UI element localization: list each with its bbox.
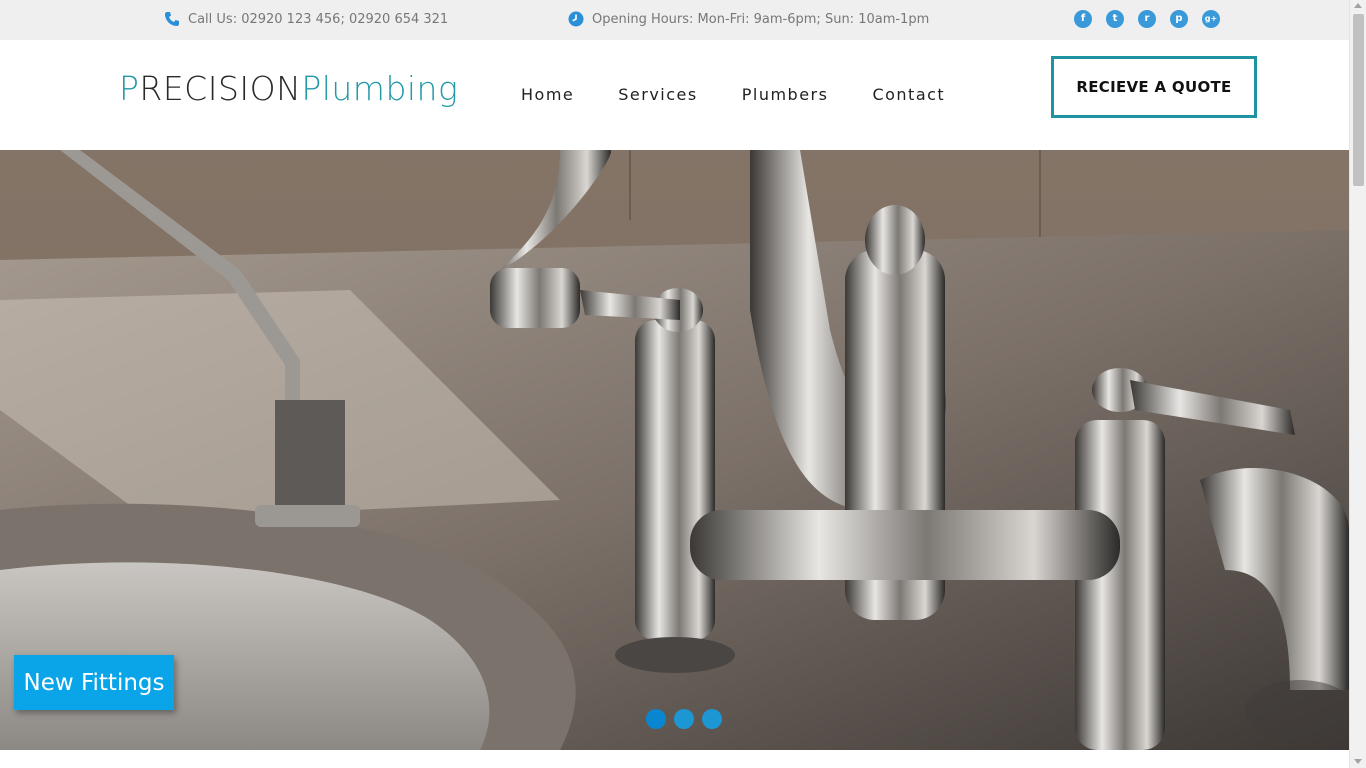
hours-text: Opening Hours: Mon-Fri: 9am-6pm; Sun: 10… <box>592 11 930 27</box>
scroll-up-icon[interactable] <box>1354 3 1362 8</box>
slider-dot-1[interactable] <box>646 709 666 729</box>
phone-info: Call Us: 02920 123 456; 02920 654 321 <box>164 11 448 27</box>
slider-pagination <box>646 709 722 729</box>
slider-dot-2[interactable] <box>674 709 694 729</box>
receive-quote-button[interactable]: RECIEVE A QUOTE <box>1051 56 1257 118</box>
nav-plumbers[interactable]: Plumbers <box>742 85 829 104</box>
vertical-scrollbar[interactable] <box>1349 0 1366 768</box>
hero-image <box>0 150 1349 750</box>
scroll-thumb[interactable] <box>1353 14 1364 186</box>
google-plus-icon[interactable]: g+ <box>1202 10 1220 28</box>
slide-caption[interactable]: New Fittings <box>14 655 174 710</box>
top-info-bar: Call Us: 02920 123 456; 02920 654 321 Op… <box>0 0 1349 40</box>
main-nav: Home Services Plumbers Contact <box>521 85 989 104</box>
slider-dot-3[interactable] <box>702 709 722 729</box>
logo-first-letter: P <box>119 69 140 108</box>
page-bottom <box>0 750 1349 768</box>
phone-icon <box>165 12 179 26</box>
nav-contact[interactable]: Contact <box>872 85 945 104</box>
clock-icon <box>568 11 584 27</box>
logo-part2: Plumbing <box>301 69 459 108</box>
hours-info: Opening Hours: Mon-Fri: 9am-6pm; Sun: 10… <box>568 11 929 27</box>
site-logo[interactable]: PRECISIONPlumbing <box>119 69 458 108</box>
rss-icon[interactable]: r <box>1138 10 1156 28</box>
nav-home[interactable]: Home <box>521 85 574 104</box>
social-links: f t r p g+ <box>1074 10 1220 28</box>
pinterest-icon[interactable]: p <box>1170 10 1188 28</box>
nav-services[interactable]: Services <box>618 85 697 104</box>
hero-slider: New Fittings <box>0 150 1349 750</box>
facebook-icon[interactable]: f <box>1074 10 1092 28</box>
site-header: PRECISIONPlumbing Home Services Plumbers… <box>0 40 1349 150</box>
phone-text: Call Us: 02920 123 456; 02920 654 321 <box>188 11 449 27</box>
twitter-icon[interactable]: t <box>1106 10 1124 28</box>
logo-part1: RECISION <box>139 69 302 108</box>
scroll-down-icon[interactable] <box>1354 759 1362 764</box>
